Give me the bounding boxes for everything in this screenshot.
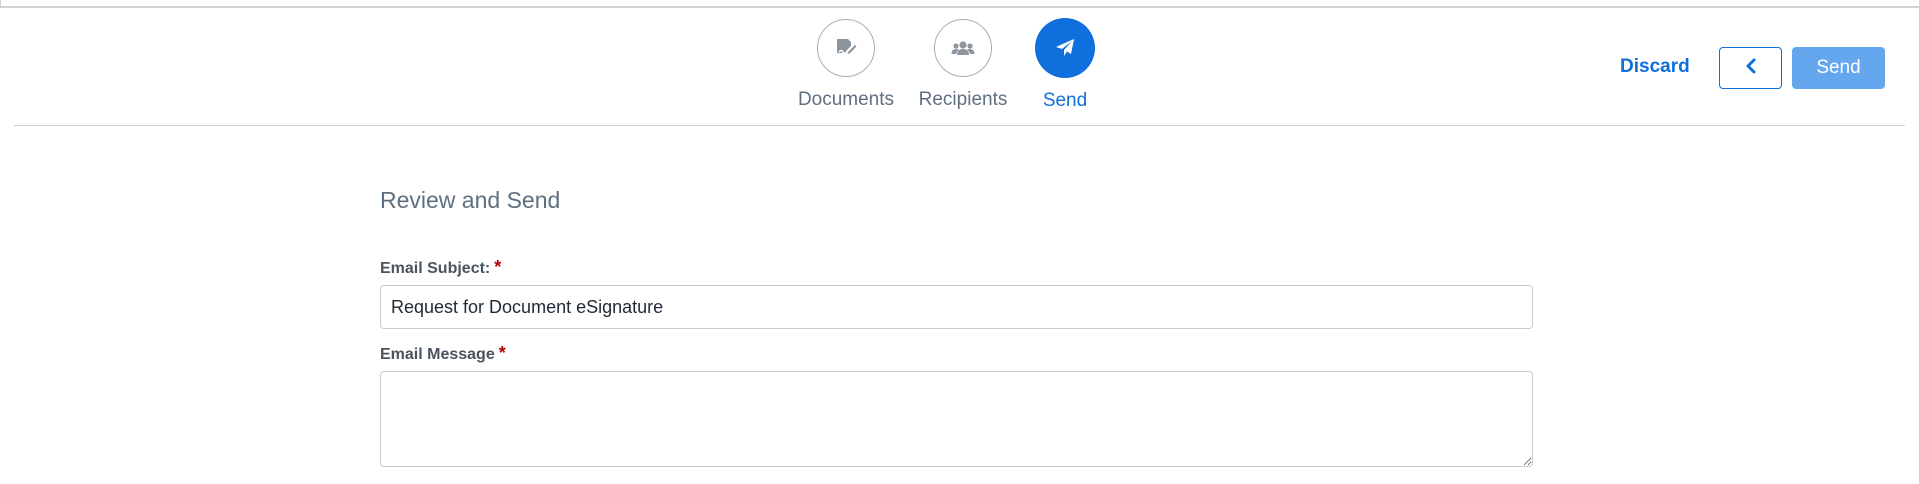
step-documents[interactable]: Documents	[786, 19, 906, 112]
window-left-edge	[0, 0, 1, 8]
step-documents-circle[interactable]	[817, 19, 875, 77]
chevron-left-icon	[1745, 58, 1757, 79]
required-marker: *	[498, 343, 506, 363]
step-recipients-circle[interactable]	[934, 19, 992, 77]
email-message-label-text: Email Message	[380, 346, 495, 363]
header-divider	[14, 125, 1905, 126]
required-marker: *	[494, 257, 502, 277]
step-documents-label[interactable]: Documents	[786, 88, 906, 112]
email-message-label: Email Message *	[380, 342, 506, 366]
send-button[interactable]: Send	[1792, 47, 1885, 89]
email-subject-input[interactable]	[380, 285, 1533, 329]
step-send[interactable]: Send	[1005, 18, 1125, 113]
discard-button[interactable]: Discard	[1620, 54, 1690, 80]
email-message-textarea[interactable]	[380, 371, 1533, 467]
step-send-circle[interactable]	[1035, 18, 1095, 78]
window-top-border	[0, 0, 1919, 8]
step-send-label[interactable]: Send	[1005, 89, 1125, 113]
email-subject-label: Email Subject: *	[380, 256, 501, 280]
email-subject-label-text: Email Subject:	[380, 260, 491, 277]
page-title: Review and Send	[380, 187, 561, 213]
back-button[interactable]	[1719, 47, 1782, 89]
document-sign-icon	[835, 38, 857, 58]
paper-plane-icon	[1055, 38, 1075, 58]
users-icon	[951, 40, 975, 56]
